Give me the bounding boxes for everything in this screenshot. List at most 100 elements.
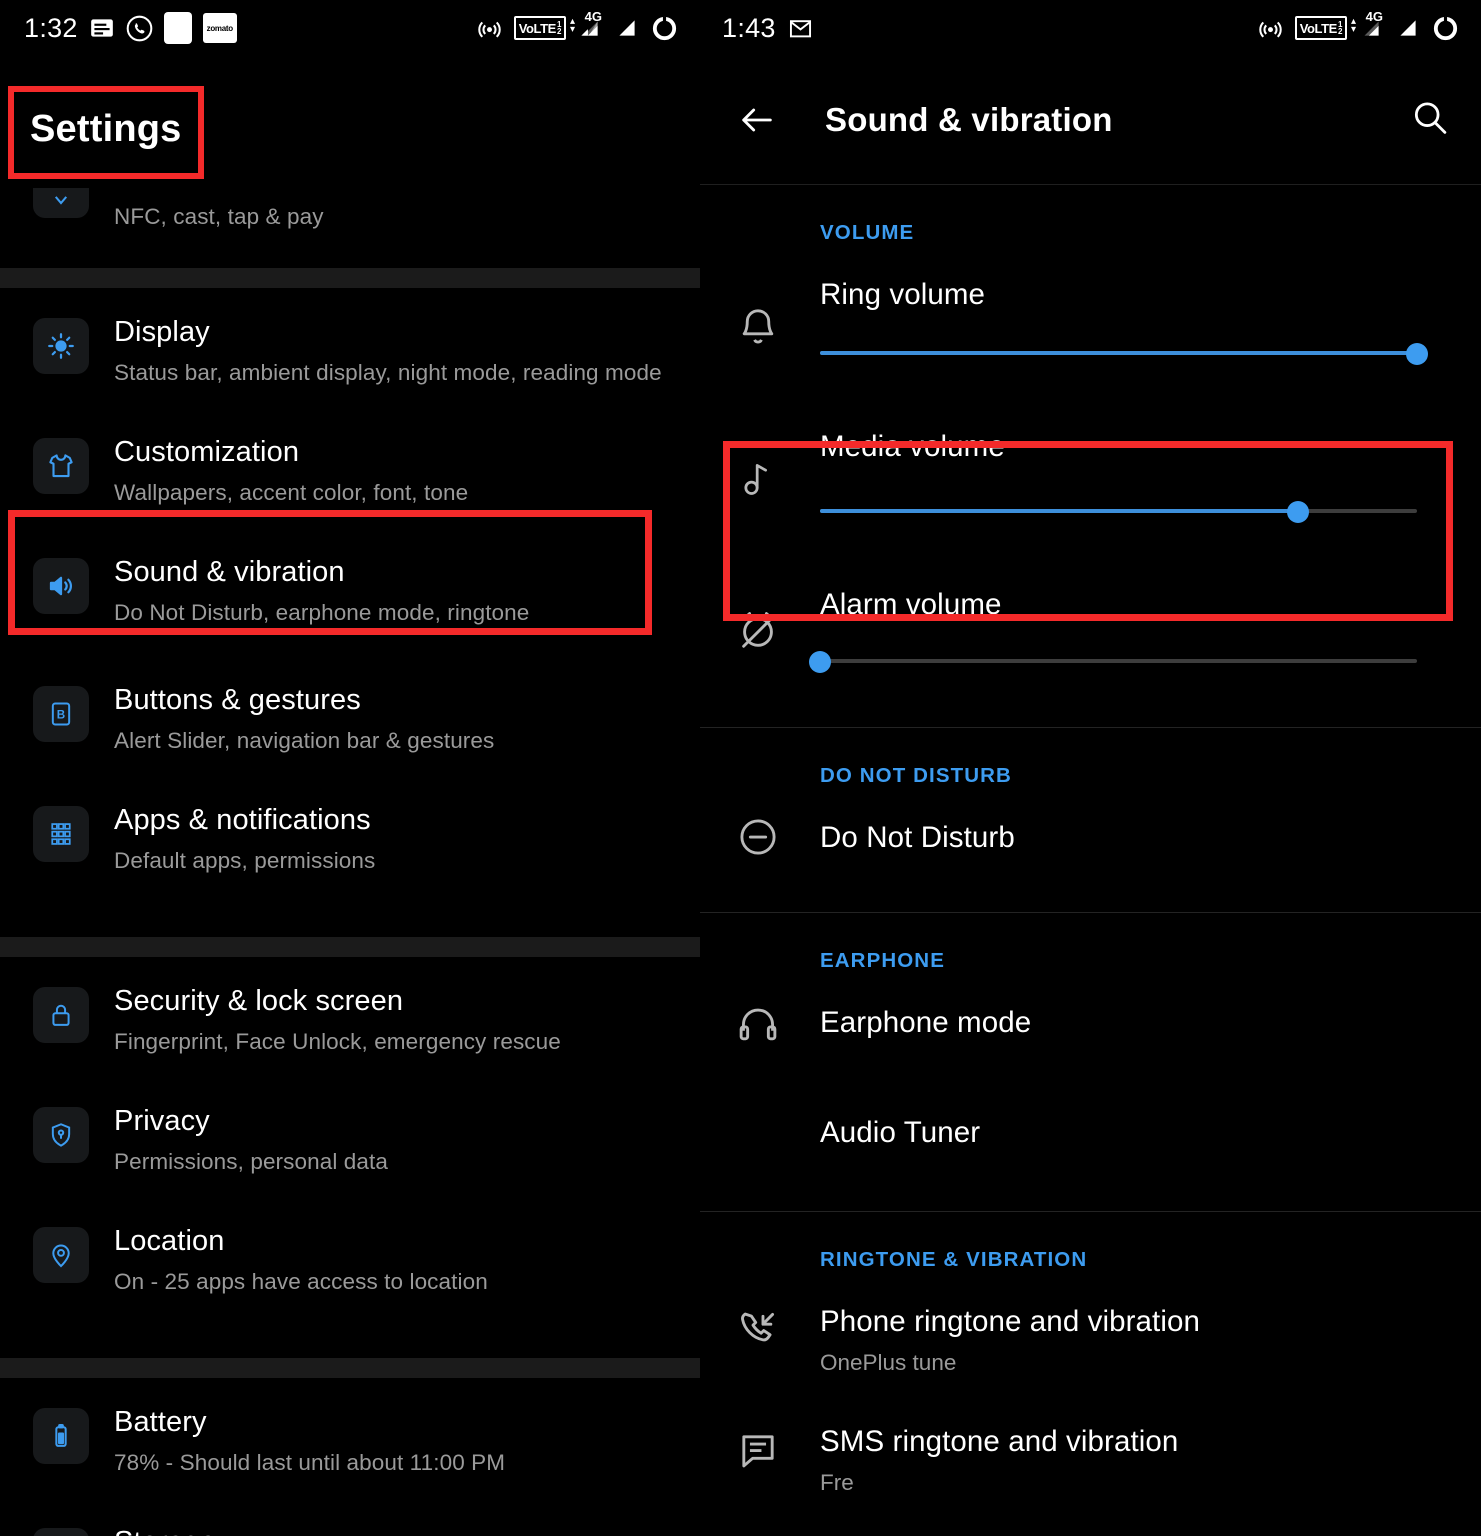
tshirt-icon: [33, 438, 89, 494]
item-phone-ringtone-subtitle: OnePlus tune: [820, 1350, 957, 1375]
settings-item-battery-title: Battery: [114, 1406, 207, 1438]
headphones-icon: [735, 1001, 783, 1049]
item-sms-ringtone-text: SMS ringtone and vibration Fre: [820, 1402, 1178, 1500]
alarm-off-icon: [735, 607, 783, 655]
settings-item-customization-title: Customization: [114, 436, 300, 468]
item-earphone-mode-text: Earphone mode: [820, 983, 1031, 1047]
phone-incoming-icon: [735, 1306, 783, 1354]
4g-signal-icon-right: 4G ▴ ▾: [1351, 9, 1383, 36]
settings-item-location[interactable]: Location On - 25 apps have access to loc…: [0, 1219, 700, 1339]
slider-thumb[interactable]: [809, 651, 831, 673]
zomato-icon: zomato: [202, 13, 237, 43]
signal-icon-right: [1395, 15, 1421, 41]
settings-item-nfc[interactable]: NFC, cast, tap & pay: [0, 183, 700, 249]
ring-volume-slider[interactable]: [820, 343, 1428, 365]
item-phone-ringtone-text: Phone ringtone and vibration OnePlus tun…: [820, 1282, 1200, 1380]
battery-icon: [33, 1408, 89, 1464]
settings-item-location-title: Location: [114, 1225, 225, 1257]
settings-item-storage[interactable]: Storage 95% used - 5.83 GB free: [0, 1520, 700, 1536]
list-group-divider-3: [0, 1358, 700, 1378]
section-label-earphone: EARPHONE: [820, 949, 945, 972]
volume-icon: [33, 558, 89, 614]
settings-item-privacy-subtitle: Permissions, personal data: [114, 1149, 388, 1174]
item-phone-ringtone[interactable]: Phone ringtone and vibration OnePlus tun…: [700, 1282, 1481, 1402]
shield-key-icon: [33, 1107, 89, 1163]
left-status-bar-left-group: 1:32 zomato: [24, 12, 237, 44]
location-pin-icon: [33, 1227, 89, 1283]
status-time-right: 1:43: [722, 12, 776, 43]
search-icon[interactable]: [1409, 97, 1451, 144]
settings-item-security-text: Security & lock screen Fingerprint, Face…: [114, 979, 561, 1059]
item-do-not-disturb-text: Do Not Disturb: [820, 798, 1015, 862]
list-group-divider: [0, 268, 700, 288]
notes-icon: [89, 15, 115, 41]
slider-thumb[interactable]: [1286, 501, 1309, 523]
volume-row-ring[interactable]: Ring volume: [700, 255, 1481, 407]
right-status-bar-left-group: 1:43: [722, 13, 814, 44]
right-panel-sound-vibration: 1:43 VoLTE 1 2 4G ▴ ▾ Sound & vibration …: [700, 0, 1481, 1536]
slider-thumb[interactable]: [1406, 343, 1428, 365]
volte-label-right: VoLTE: [1299, 20, 1338, 36]
settings-item-buttons-gestures-subtitle: Alert Slider, navigation bar & gestures: [114, 728, 495, 753]
settings-item-customization-text: Customization Wallpapers, accent color, …: [114, 430, 468, 510]
item-audio-tuner-title: Audio Tuner: [820, 1116, 981, 1149]
settings-item-storage-text: Storage 95% used - 5.83 GB free: [114, 1520, 364, 1536]
settings-item-display[interactable]: Display Status bar, ambient display, nig…: [0, 310, 700, 430]
item-do-not-disturb[interactable]: Do Not Disturb: [700, 798, 1481, 902]
settings-item-display-title: Display: [114, 316, 210, 348]
item-earphone-mode-title: Earphone mode: [820, 1006, 1032, 1039]
section-label-dnd: DO NOT DISTURB: [820, 764, 1012, 787]
item-sms-ringtone-title: SMS ringtone and vibration: [820, 1425, 1179, 1458]
settings-item-apps-notifications[interactable]: Apps & notifications Default apps, permi…: [0, 798, 700, 918]
section-label-ringtone: RINGTONE & VIBRATION: [820, 1248, 1088, 1271]
music-note-icon: [735, 457, 783, 505]
alarm-volume-slider[interactable]: [809, 651, 1417, 673]
left-status-bar: 1:32 zomato VoLTE 1 2 4G ▴ ▾: [0, 0, 700, 56]
volume-row-media-title: Media volume: [820, 430, 1005, 463]
bell-icon: [735, 305, 783, 353]
hotspot-icon: [476, 15, 503, 42]
settings-item-security[interactable]: Security & lock screen Fingerprint, Face…: [0, 979, 700, 1099]
media-volume-slider[interactable]: [820, 501, 1417, 523]
settings-item-sound-vibration-title: Sound & vibration: [114, 556, 345, 588]
settings-item-privacy-title: Privacy: [114, 1105, 210, 1137]
settings-list: NFC, cast, tap & pay Display Status bar,…: [0, 183, 700, 1536]
left-panel-settings-list: 1:32 zomato VoLTE 1 2 4G ▴ ▾ Settings NF…: [0, 0, 700, 1536]
apps-grid-icon: [33, 806, 89, 862]
item-phone-ringtone-title: Phone ringtone and vibration: [820, 1305, 1201, 1338]
network-type-label-right: 4G: [1365, 9, 1383, 24]
volte-icon-right: VoLTE 1 2: [1294, 16, 1347, 40]
settings-item-apps-notifications-text: Apps & notifications Default apps, permi…: [114, 798, 375, 878]
settings-item-buttons-gestures[interactable]: B Buttons & gestures Alert Slider, navig…: [0, 678, 700, 798]
back-arrow-icon[interactable]: [737, 100, 777, 140]
settings-item-display-text: Display Status bar, ambient display, nig…: [114, 310, 662, 390]
app-bar-title: Sound & vibration: [825, 101, 1113, 138]
section-label-volume: VOLUME: [820, 221, 915, 244]
item-audio-tuner-text: Audio Tuner: [820, 1093, 980, 1157]
settings-item-privacy[interactable]: Privacy Permissions, personal data: [0, 1099, 700, 1219]
item-sms-ringtone[interactable]: SMS ringtone and vibration Fre: [700, 1402, 1481, 1522]
settings-item-security-subtitle: Fingerprint, Face Unlock, emergency resc…: [114, 1029, 561, 1054]
minus-circle-icon: [735, 814, 783, 862]
item-audio-tuner[interactable]: Audio Tuner: [700, 1093, 1481, 1197]
settings-item-apps-notifications-subtitle: Default apps, permissions: [114, 848, 376, 873]
svg-text:B: B: [57, 709, 65, 722]
battery-ring-icon: [651, 15, 678, 42]
settings-item-battery[interactable]: Battery 78% - Should last until about 11…: [0, 1400, 700, 1520]
hotspot-icon-right: [1257, 15, 1284, 42]
item-do-not-disturb-title: Do Not Disturb: [820, 821, 1015, 854]
volume-row-alarm[interactable]: Alarm volume: [700, 565, 1481, 705]
item-earphone-mode[interactable]: Earphone mode: [700, 983, 1481, 1093]
dual-screenshot-composite: 1:32 zomato VoLTE 1 2 4G ▴ ▾ Settings NF…: [0, 0, 1481, 1536]
settings-item-sound-vibration-text: Sound & vibration Do Not Disturb, earpho…: [114, 550, 529, 630]
volte-label: VoLTE: [518, 20, 557, 36]
settings-item-buttons-gestures-title: Buttons & gestures: [114, 684, 361, 716]
volume-row-media[interactable]: Media volume: [700, 407, 1481, 565]
settings-item-sound-vibration[interactable]: Sound & vibration Do Not Disturb, earpho…: [0, 550, 700, 678]
settings-item-customization[interactable]: Customization Wallpapers, accent color, …: [0, 430, 700, 550]
battery-ring-icon-right: [1432, 15, 1459, 42]
whatsapp-icon: [126, 15, 153, 42]
